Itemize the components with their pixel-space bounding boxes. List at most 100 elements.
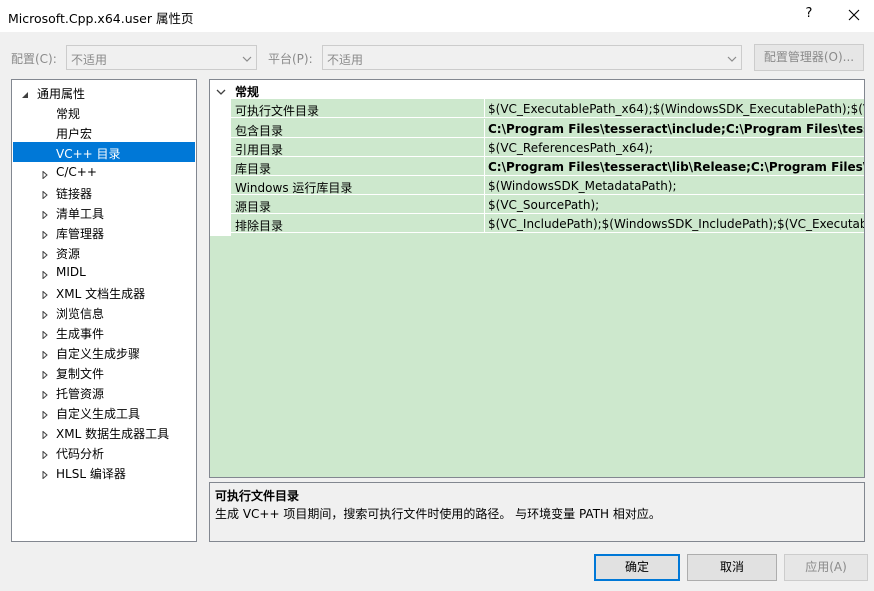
tree-collapsed-icon[interactable] — [41, 228, 49, 240]
property-row-reference-dirs[interactable]: 引用目录 $(VC_ReferencesPath_x64); — [231, 138, 864, 157]
description-title: 可执行文件目录 — [215, 489, 300, 503]
tree-collapsed-icon[interactable] — [41, 308, 49, 320]
tree-item-browse-info[interactable]: 浏览信息 — [13, 302, 195, 322]
tree-item-librarian[interactable]: 库管理器 — [13, 222, 195, 242]
tree-item-hlsl-compiler[interactable]: HLSL 编译器 — [13, 462, 195, 482]
tree-item-label: XML 数据生成器工具 — [56, 427, 170, 441]
tree-item-c-cpp[interactable]: C/C++ — [13, 162, 195, 182]
tree-item-custom-build-step[interactable]: 自定义生成步骤 — [13, 342, 195, 362]
tree-collapsed-icon[interactable] — [41, 188, 49, 200]
grid-gutter — [210, 99, 231, 236]
property-value[interactable]: $(WindowsSDK_MetadataPath); — [488, 179, 677, 193]
tree-item-label: 常规 — [56, 107, 81, 121]
tree-collapsed-icon[interactable] — [41, 368, 49, 380]
tree-collapsed-icon[interactable] — [41, 288, 49, 300]
help-button[interactable]: ? — [800, 6, 818, 26]
column-divider[interactable] — [484, 176, 485, 195]
property-name: 排除目录 — [235, 219, 284, 233]
tree-item-label: 浏览信息 — [56, 307, 105, 321]
property-tree: 通用属性 常规 用户宏 VC++ 目录 C/C++ 链接器 清单工具 库管理器 … — [11, 79, 197, 542]
tree-item-build-events[interactable]: 生成事件 — [13, 322, 195, 342]
title-bar: Microsoft.Cpp.x64.user 属性页 ? — [0, 0, 874, 32]
tree-item-copy-file[interactable]: 复制文件 — [13, 362, 195, 382]
chevron-down-icon — [242, 53, 252, 63]
property-row-include-dirs[interactable]: 包含目录 C:\Program Files\tesseract\include;… — [231, 119, 864, 138]
column-divider[interactable] — [484, 214, 485, 233]
tree-item-custom-build-tool[interactable]: 自定义生成工具 — [13, 402, 195, 422]
property-row-executable-dirs[interactable]: 可执行文件目录 $(VC_ExecutablePath_x64);$(Windo… — [231, 99, 864, 118]
property-name: 库目录 — [235, 162, 272, 176]
tree-item-label: 复制文件 — [56, 367, 105, 381]
tree-item-label: VC++ 目录 — [56, 147, 121, 161]
property-row-source-dirs[interactable]: 源目录 $(VC_SourcePath); — [231, 195, 864, 214]
tree-item-label: 资源 — [56, 247, 81, 261]
tree-item-label: 通用属性 — [37, 87, 86, 101]
tree-collapsed-icon[interactable] — [41, 468, 49, 480]
tree-item-midl[interactable]: MIDL — [13, 262, 195, 282]
column-divider[interactable] — [484, 195, 485, 214]
tree-item-label: 生成事件 — [56, 327, 105, 341]
property-value[interactable]: $(VC_ExecutablePath_x64);$(WindowsSDK_Ex… — [488, 102, 864, 116]
property-name: 源目录 — [235, 200, 272, 214]
config-combobox[interactable]: 不适用 — [66, 45, 257, 70]
description-panel: 可执行文件目录 生成 VC++ 项目期间，搜索可执行文件时使用的路径。 与环境变… — [209, 482, 865, 542]
tree-collapsed-icon[interactable] — [41, 328, 49, 340]
tree-item-user-macros[interactable]: 用户宏 — [13, 122, 195, 142]
tree-collapsed-icon[interactable] — [41, 208, 49, 220]
ok-button[interactable]: 确定 — [594, 554, 680, 581]
tree-item-general[interactable]: 常规 — [13, 102, 195, 122]
tree-item-label: 自定义生成步骤 — [56, 347, 141, 361]
tree-item-common-properties[interactable]: 通用属性 — [13, 82, 195, 102]
tree-expanded-icon[interactable] — [21, 88, 29, 98]
property-value[interactable]: C:\Program Files\tesseract\include;C:\Pr… — [488, 122, 864, 136]
tree-item-vc-directories[interactable]: VC++ 目录 — [13, 142, 195, 162]
property-value[interactable]: $(VC_IncludePath);$(WindowsSDK_IncludePa… — [488, 217, 864, 231]
config-manager-button[interactable]: 配置管理器(O)... — [754, 44, 864, 71]
config-value: 不适用 — [71, 53, 108, 67]
tree-item-label: 清单工具 — [56, 207, 105, 221]
tree-collapsed-icon[interactable] — [41, 428, 49, 440]
tree-item-manifest-tool[interactable]: 清单工具 — [13, 202, 195, 222]
chevron-down-icon — [727, 53, 737, 63]
cancel-button[interactable]: 取消 — [687, 554, 777, 581]
tree-item-label: C/C++ — [56, 165, 97, 179]
tree-collapsed-icon[interactable] — [41, 348, 49, 360]
category-collapse-icon[interactable] — [216, 85, 226, 95]
tree-item-code-analysis[interactable]: 代码分析 — [13, 442, 195, 462]
tree-item-xml-doc-generator[interactable]: XML 文档生成器 — [13, 282, 195, 302]
platform-combobox[interactable]: 不适用 — [322, 45, 742, 70]
tree-item-linker[interactable]: 链接器 — [13, 182, 195, 202]
tree-collapsed-icon[interactable] — [41, 408, 49, 420]
description-text: 生成 VC++ 项目期间，搜索可执行文件时使用的路径。 与环境变量 PATH 相… — [215, 507, 661, 521]
property-row-exclude-dirs[interactable]: 排除目录 $(VC_IncludePath);$(WindowsSDK_Incl… — [231, 214, 864, 233]
tree-item-label: 代码分析 — [56, 447, 105, 461]
property-row-winrt-dirs[interactable]: Windows 运行库目录 $(WindowsSDK_MetadataPath)… — [231, 176, 864, 195]
tree-collapsed-icon[interactable] — [41, 448, 49, 460]
column-divider[interactable] — [484, 119, 485, 138]
tree-collapsed-icon[interactable] — [41, 168, 49, 180]
category-label: 常规 — [235, 85, 260, 99]
property-value[interactable]: C:\Program Files\tesseract\lib\Release;C… — [488, 160, 864, 174]
tree-collapsed-icon[interactable] — [41, 248, 49, 260]
column-divider[interactable] — [484, 157, 485, 176]
category-general[interactable]: 常规 — [210, 80, 864, 99]
platform-value: 不适用 — [327, 53, 364, 67]
tree-collapsed-icon[interactable] — [41, 388, 49, 400]
property-value[interactable]: $(VC_ReferencesPath_x64); — [488, 141, 653, 155]
tree-collapsed-icon[interactable] — [41, 268, 49, 280]
tree-item-managed-resources[interactable]: 托管资源 — [13, 382, 195, 402]
tree-item-label: 库管理器 — [56, 227, 105, 241]
tree-item-xml-data-generator[interactable]: XML 数据生成器工具 — [13, 422, 195, 442]
column-divider[interactable] — [484, 138, 485, 157]
property-value[interactable]: $(VC_SourcePath); — [488, 198, 599, 212]
column-divider[interactable] — [484, 99, 485, 118]
close-icon[interactable] — [844, 5, 864, 25]
property-name: 引用目录 — [235, 143, 284, 157]
tree-item-resources[interactable]: 资源 — [13, 242, 195, 262]
property-row-library-dirs[interactable]: 库目录 C:\Program Files\tesseract\lib\Relea… — [231, 157, 864, 176]
apply-button[interactable]: 应用(A) — [784, 554, 868, 581]
tree-item-label: 托管资源 — [56, 387, 105, 401]
tree-item-label: HLSL 编译器 — [56, 467, 126, 481]
tree-item-label: XML 文档生成器 — [56, 287, 146, 301]
tree-item-label: 链接器 — [56, 187, 93, 201]
